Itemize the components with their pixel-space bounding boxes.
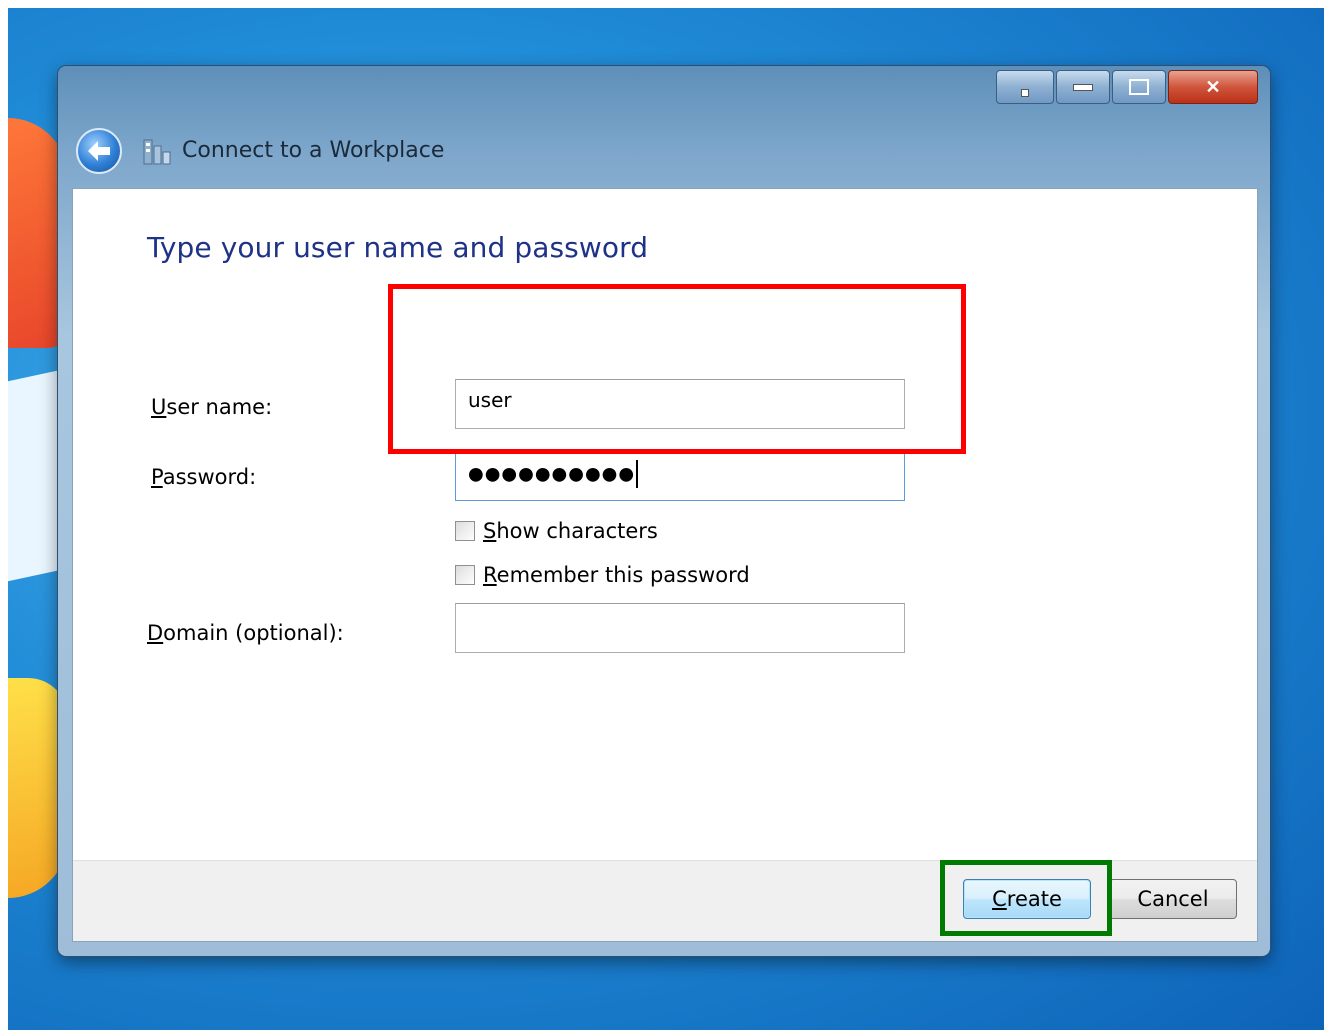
show-characters-label: Show characters	[483, 519, 658, 543]
window-controls: ✕	[996, 70, 1258, 104]
back-arrow-icon	[88, 141, 110, 161]
close-button[interactable]: ✕	[1168, 70, 1258, 104]
username-label: User name:	[151, 395, 273, 419]
maximize-icon	[1129, 79, 1149, 95]
show-characters-option[interactable]: Show characters	[455, 519, 658, 543]
maximize-button[interactable]	[1112, 70, 1166, 104]
password-label: Password:	[151, 465, 257, 489]
dialog-window: ✕ Connect to a Workplace Type your user …	[58, 66, 1270, 956]
window-extra-button[interactable]	[996, 70, 1054, 104]
window-title: Connect to a Workplace	[182, 138, 445, 163]
highlight-credentials-box	[388, 284, 966, 454]
title-bar: ✕ Connect to a Workplace	[58, 66, 1270, 188]
domain-label: Domain (optional):	[147, 621, 344, 645]
password-masked-value: ●●●●●●●●●●	[468, 463, 636, 485]
back-button[interactable]	[76, 128, 122, 174]
network-workplace-icon	[143, 139, 171, 165]
highlight-create-box	[940, 860, 1112, 936]
close-icon: ✕	[1205, 76, 1221, 97]
remember-password-checkbox[interactable]	[455, 565, 475, 585]
show-characters-checkbox[interactable]	[455, 521, 475, 541]
remember-password-label: Remember this password	[483, 563, 750, 587]
domain-field[interactable]	[455, 603, 905, 653]
remember-password-option[interactable]: Remember this password	[455, 563, 750, 587]
password-field[interactable]: ●●●●●●●●●●	[455, 451, 905, 501]
cancel-button[interactable]: Cancel	[1109, 879, 1237, 919]
minimize-icon	[1073, 83, 1093, 91]
page-heading: Type your user name and password	[147, 231, 649, 264]
minimize-button[interactable]	[1056, 70, 1110, 104]
text-caret	[636, 460, 639, 488]
